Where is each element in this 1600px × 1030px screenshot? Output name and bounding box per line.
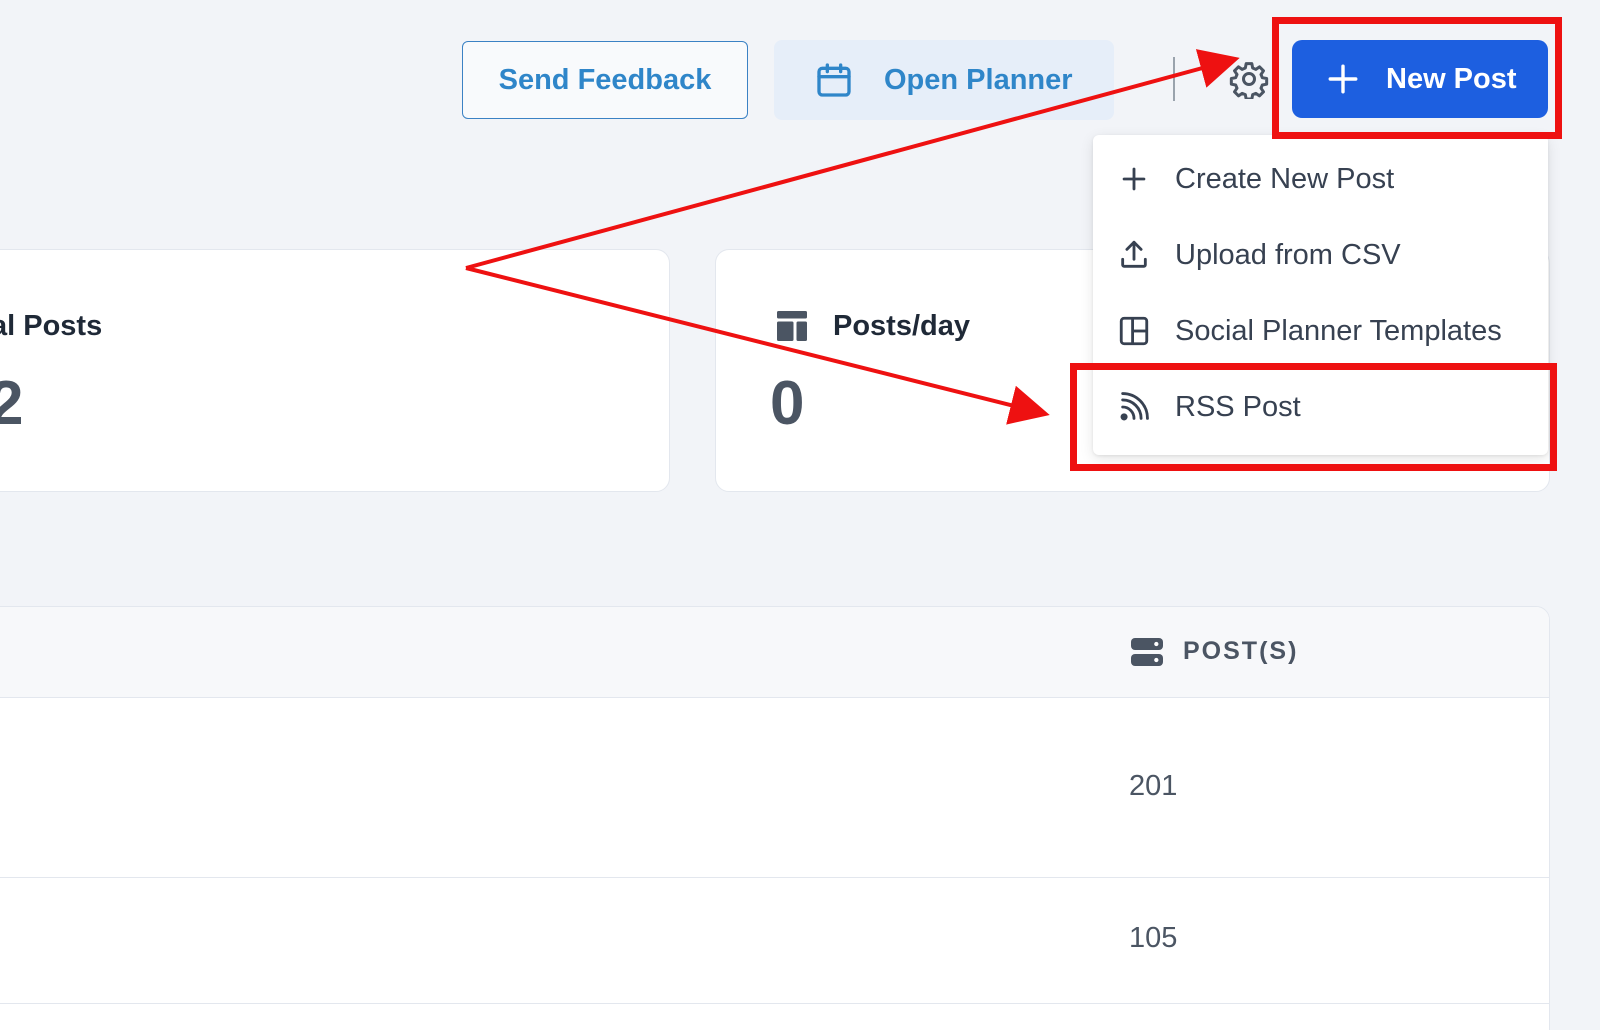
total-posts-label: al Posts	[0, 310, 103, 342]
total-posts-value: 2	[0, 369, 24, 438]
calendar-icon	[817, 63, 851, 97]
total-posts-card: al Posts 2	[0, 249, 670, 492]
menu-item-label: Create New Post	[1175, 162, 1395, 195]
posts-per-day-value: 0	[770, 369, 805, 438]
upload-icon	[1121, 240, 1147, 268]
menu-item-label: Social Planner Templates	[1175, 314, 1502, 347]
template-icon	[1119, 316, 1149, 346]
menu-item-label: Upload from CSV	[1175, 238, 1401, 271]
table-cell-posts: 201	[1129, 770, 1178, 802]
server-icon	[1131, 637, 1163, 666]
open-planner-label: Open Planner	[884, 63, 1073, 96]
send-feedback-label: Send Feedback	[498, 63, 712, 96]
gear-icon[interactable]	[1229, 59, 1269, 99]
table-row[interactable]: 201	[0, 698, 1549, 878]
open-planner-button[interactable]: Open Planner	[774, 40, 1114, 120]
table-row[interactable]: 105	[0, 878, 1549, 1004]
layout-icon	[777, 311, 807, 341]
annotation-highlight-new-post	[1272, 17, 1562, 139]
menu-item-create-new-post[interactable]: Create New Post	[1093, 141, 1548, 217]
table-header: POST(S)	[0, 607, 1549, 698]
annotation-highlight-rss-post	[1070, 363, 1557, 471]
plus-icon	[1122, 167, 1146, 191]
header-divider	[1173, 57, 1175, 101]
menu-item-upload-csv[interactable]: Upload from CSV	[1093, 217, 1548, 293]
menu-item-social-planner-templates[interactable]: Social Planner Templates	[1093, 293, 1548, 369]
column-header-posts-label: POST(S)	[1183, 637, 1299, 665]
posts-per-day-label: Posts/day	[833, 310, 970, 342]
posts-table: POST(S) 201 105	[0, 606, 1550, 1030]
table-cell-posts: 105	[1129, 922, 1178, 954]
column-header-posts[interactable]: POST(S)	[1131, 637, 1298, 666]
send-feedback-button[interactable]: Send Feedback	[462, 41, 748, 119]
